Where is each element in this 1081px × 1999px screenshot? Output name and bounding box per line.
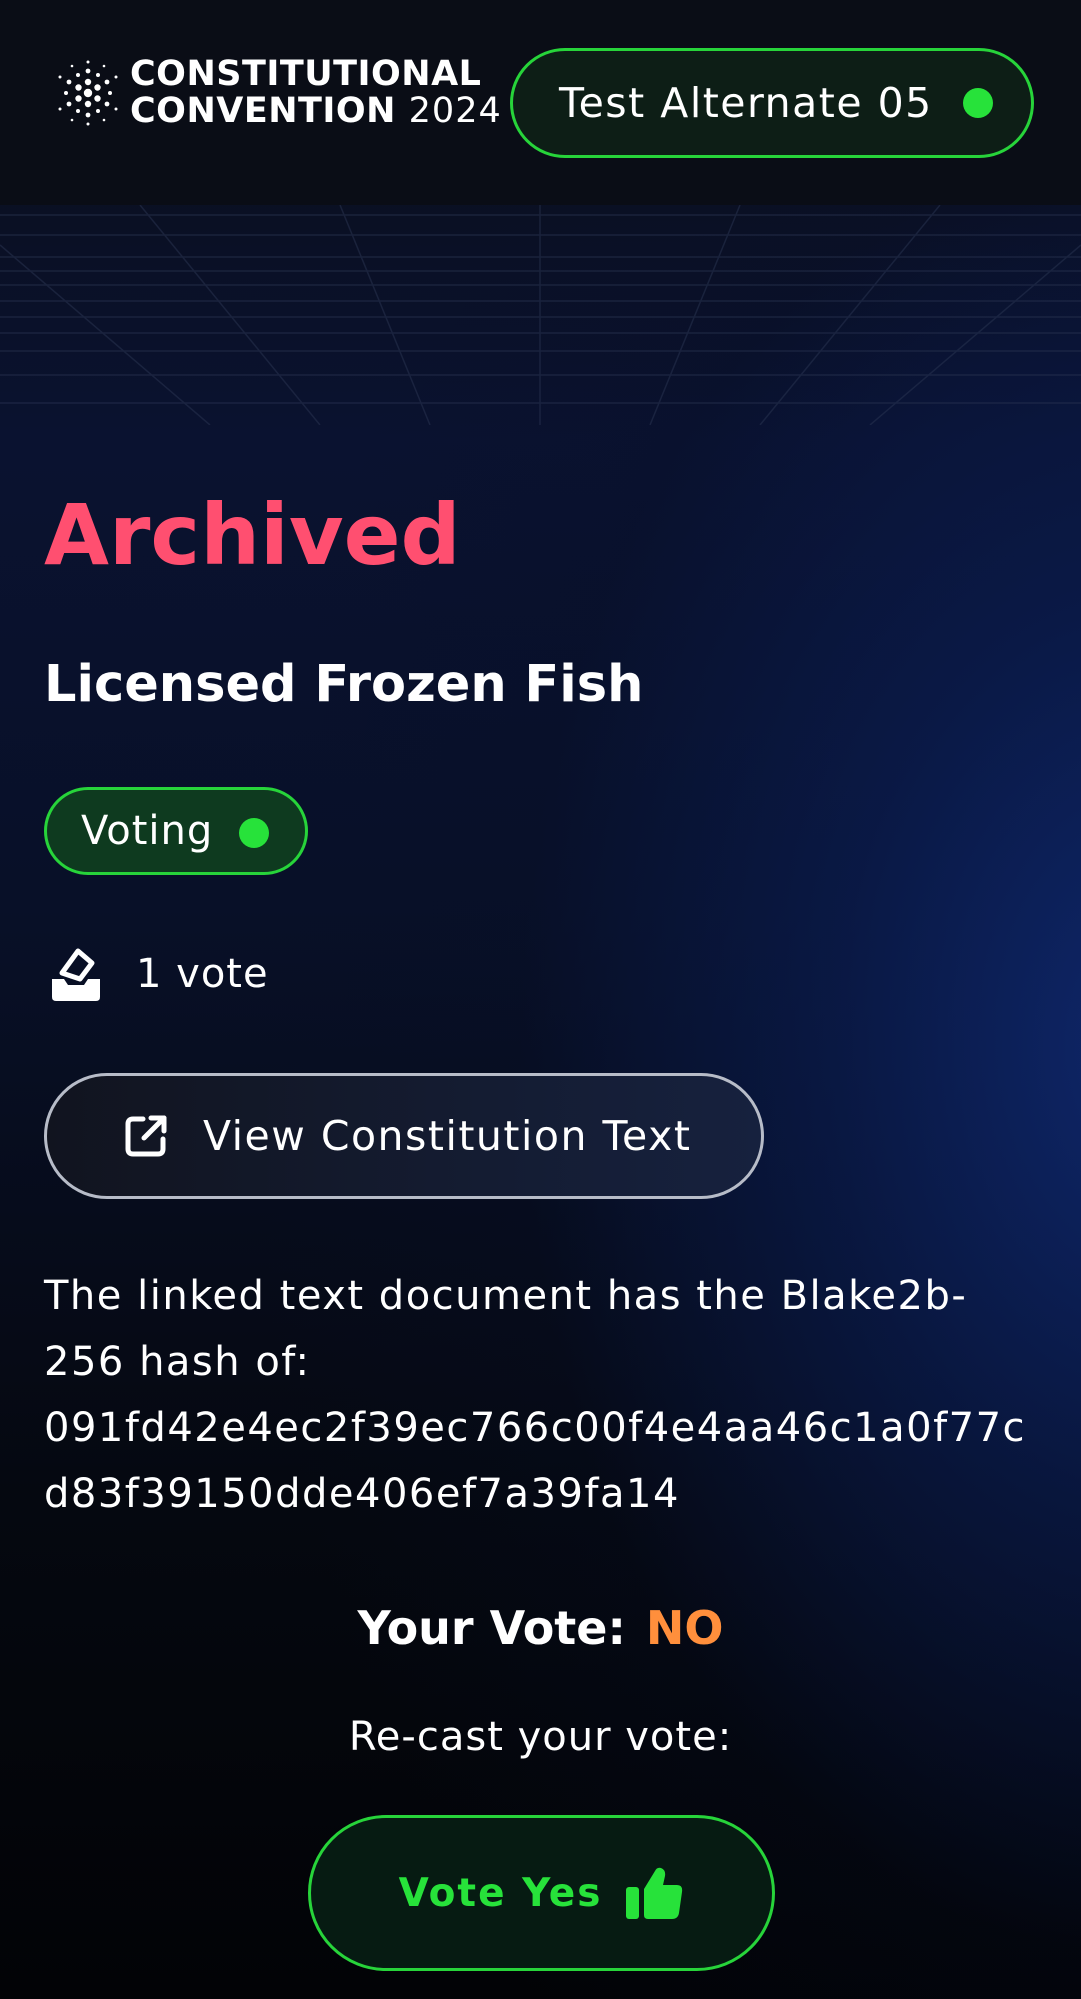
hash-value: 091fd42e4ec2f39ec766c00f4e4aa46c1a0f77cd… bbox=[44, 1405, 1027, 1517]
voting-badge-label: Voting bbox=[81, 808, 214, 854]
your-vote-value: NO bbox=[645, 1601, 724, 1655]
cardano-logo-icon bbox=[58, 60, 118, 126]
your-vote-label: Your Vote: bbox=[357, 1601, 626, 1655]
logo-convention: CONVENTION bbox=[130, 91, 396, 131]
external-link-icon bbox=[125, 1115, 167, 1157]
logo-line-1: CONSTITUTIONAL bbox=[130, 54, 482, 94]
thumbs-up-icon bbox=[626, 1867, 683, 1919]
vote-yes-label: Vote Yes bbox=[398, 1870, 603, 1916]
user-name: Test Alternate 05 bbox=[559, 79, 933, 127]
hash-description: The linked text document has the Blake2b… bbox=[44, 1263, 1044, 1527]
logo-year: 2024 bbox=[408, 91, 502, 131]
logo-line-2: CONVENTION 2024 bbox=[130, 93, 502, 130]
your-vote-summary: Your Vote: NO bbox=[0, 1596, 1081, 1660]
voting-dot-icon bbox=[239, 818, 269, 848]
ballot-box-icon bbox=[52, 948, 100, 1001]
proposal-title: Licensed Frozen Fish bbox=[44, 655, 644, 714]
proposal-status-title: Archived bbox=[44, 486, 461, 584]
convention-logo[interactable]: CONSTITUTIONAL CONVENTION 2024 bbox=[52, 56, 502, 130]
vote-yes-button[interactable]: Vote Yes bbox=[308, 1815, 775, 1971]
view-constitution-text-label: View Constitution Text bbox=[203, 1112, 692, 1160]
user-account-button[interactable]: Test Alternate 05 bbox=[510, 48, 1034, 158]
logo-wordmark: CONSTITUTIONAL CONVENTION 2024 bbox=[130, 56, 502, 130]
vote-count: 1 vote bbox=[48, 945, 269, 1003]
recast-vote-prompt: Re-cast your vote: bbox=[348, 1714, 733, 1760]
voting-status-badge: Voting bbox=[44, 787, 308, 875]
grid-decoration bbox=[0, 205, 1081, 425]
online-dot-icon bbox=[963, 88, 993, 118]
vote-count-label: 1 vote bbox=[136, 951, 269, 997]
view-constitution-text-button[interactable]: View Constitution Text bbox=[44, 1073, 764, 1199]
hash-intro: The linked text document has the Blake2b… bbox=[44, 1273, 968, 1385]
